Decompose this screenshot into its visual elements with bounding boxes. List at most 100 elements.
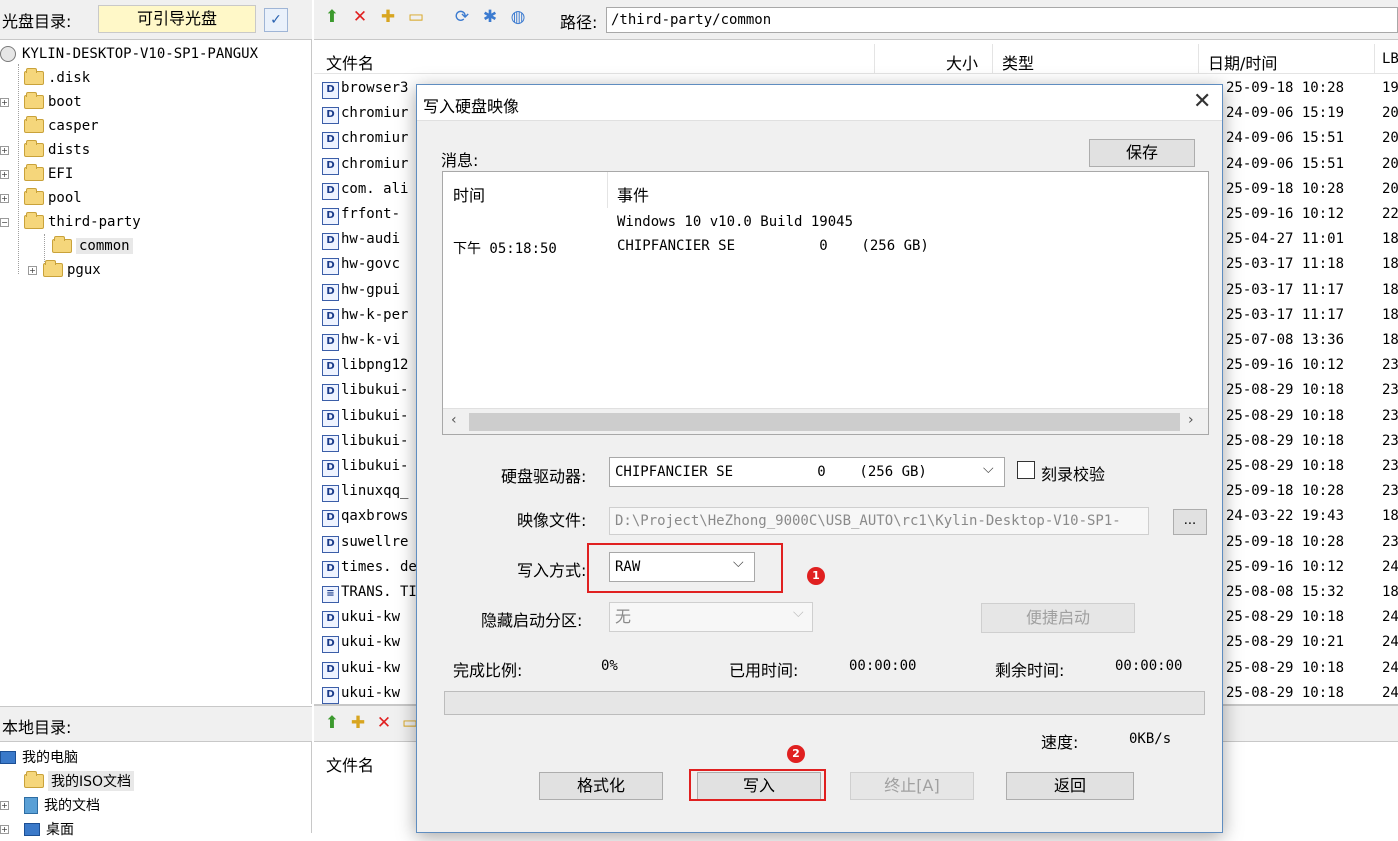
new-folder-icon[interactable]: ✚ bbox=[348, 713, 368, 733]
tree-item-boot[interactable]: + boot bbox=[0, 90, 82, 114]
tree-item-casper[interactable]: casper bbox=[24, 114, 99, 138]
file-icon: D bbox=[322, 611, 339, 629]
expand-icon[interactable]: + bbox=[0, 193, 9, 203]
tree-item-desktop[interactable]: + 桌面 bbox=[0, 817, 74, 841]
file-name: hw-govc bbox=[341, 256, 401, 273]
col-lba[interactable]: LB bbox=[1382, 51, 1398, 67]
horizontal-scrollbar[interactable]: ‹ › bbox=[443, 408, 1208, 434]
tree-item-disk[interactable]: .disk bbox=[24, 66, 90, 90]
file-date: 25-09-18 10:28 bbox=[1226, 80, 1345, 96]
file-icon: D bbox=[322, 384, 339, 402]
expand-icon[interactable]: + bbox=[0, 800, 9, 810]
tree-item-pgux[interactable]: + pgux bbox=[28, 258, 101, 282]
new-folder-icon[interactable]: ✚ bbox=[378, 7, 398, 27]
disc-properties-icon[interactable]: ✓ bbox=[264, 8, 288, 32]
info-icon[interactable]: ◍ bbox=[508, 7, 528, 27]
marker-1: 1 bbox=[807, 567, 825, 585]
file-lba: 18 bbox=[1382, 256, 1398, 273]
save-button[interactable]: 保存 bbox=[1089, 139, 1195, 167]
scroll-left-icon[interactable]: ‹ bbox=[451, 412, 457, 428]
collapse-icon[interactable]: − bbox=[0, 217, 9, 227]
path-field[interactable]: /third-party/common bbox=[606, 7, 1398, 33]
file-lba: 22 bbox=[1382, 206, 1398, 222]
computer-icon bbox=[0, 750, 16, 764]
file-name: chromiur bbox=[341, 105, 409, 122]
tree-item-third-party[interactable]: − third-party bbox=[0, 210, 141, 234]
stop-button[interactable]: 终止[A] bbox=[850, 772, 974, 800]
disc-type-field[interactable]: 可引导光盘 bbox=[98, 5, 256, 33]
quick-boot-button[interactable]: 便捷启动 bbox=[981, 603, 1135, 633]
image-file-label: 映像文件: bbox=[517, 511, 587, 530]
tree-item-my-computer[interactable]: 我的电脑 bbox=[0, 745, 78, 769]
delete-icon[interactable]: ✕ bbox=[350, 7, 370, 27]
log-line: Windows 10 v10.0 Build 19045 bbox=[617, 214, 854, 230]
file-date: 25-09-18 10:28 bbox=[1226, 180, 1345, 197]
file-lba: 18 bbox=[1382, 281, 1398, 298]
expand-icon[interactable]: + bbox=[0, 97, 9, 107]
browse-button[interactable]: ... bbox=[1173, 509, 1207, 535]
drive-select[interactable]: CHIPFANCIER SE 0 (256 GB) bbox=[609, 457, 1005, 487]
log-time: 下午 05:18:50 bbox=[453, 241, 557, 257]
tree-label: EFI bbox=[48, 166, 74, 182]
col-divider[interactable] bbox=[1198, 44, 1199, 74]
scroll-right-icon[interactable]: › bbox=[1188, 412, 1194, 428]
chevron-down-icon[interactable]: ⌵ bbox=[793, 605, 804, 621]
scrollbar-thumb[interactable] bbox=[469, 413, 1180, 431]
back-button[interactable]: 返回 bbox=[1006, 772, 1134, 800]
file-name: hw-audi bbox=[341, 231, 401, 248]
col-divider[interactable] bbox=[992, 44, 993, 74]
tree-label: common bbox=[76, 238, 133, 254]
tree-item-common[interactable]: common bbox=[52, 234, 133, 258]
tree-item-my-docs[interactable]: + 我的文档 bbox=[0, 793, 100, 817]
file-name: TRANS. TI bbox=[341, 584, 417, 600]
expand-icon[interactable]: + bbox=[0, 824, 9, 834]
complete-value: 0% bbox=[601, 658, 618, 674]
up-folder-icon[interactable]: ⬆ bbox=[322, 713, 342, 733]
hide-boot-select[interactable]: 无 bbox=[609, 602, 813, 632]
col-divider[interactable] bbox=[874, 44, 875, 74]
expand-icon[interactable]: + bbox=[0, 145, 9, 155]
settings-icon[interactable]: ✱ bbox=[480, 7, 500, 27]
verify-label: 刻录校验 bbox=[1041, 465, 1106, 484]
dialog-titlebar[interactable]: 写入硬盘映像 ✕ bbox=[417, 85, 1222, 121]
file-icon: D bbox=[322, 661, 339, 679]
up-folder-icon[interactable]: ⬆ bbox=[322, 7, 342, 27]
tree-item-efi[interactable]: + EFI bbox=[0, 162, 73, 186]
verify-checkbox[interactable] bbox=[1017, 461, 1035, 479]
file-lba: 18 bbox=[1382, 306, 1398, 323]
image-file-field[interactable]: D:\Project\HeZhong_9000C\USB_AUTO\rc1\Ky… bbox=[609, 507, 1149, 535]
col-divider[interactable] bbox=[607, 172, 608, 208]
elapsed-value: 00:00:00 bbox=[849, 658, 917, 674]
col-size[interactable]: 大小 bbox=[946, 50, 978, 74]
file-icon: D bbox=[322, 107, 339, 125]
tree-item-dists[interactable]: + dists bbox=[0, 138, 90, 162]
expand-icon[interactable]: + bbox=[28, 265, 37, 275]
log-col-time: 时间 bbox=[453, 186, 486, 205]
folder-icon bbox=[24, 164, 44, 181]
tree-item-pool[interactable]: + pool bbox=[0, 186, 82, 210]
delete-icon[interactable]: ✕ bbox=[374, 713, 394, 733]
col-name[interactable]: 文件名 bbox=[326, 50, 374, 74]
file-icon: D bbox=[322, 283, 339, 301]
file-date: 25-09-16 10:12 bbox=[1226, 357, 1345, 374]
tree-root[interactable]: KYLIN-DESKTOP-V10-SP1-PANGUX bbox=[0, 42, 258, 66]
local-label: 本地目录: bbox=[2, 718, 72, 737]
close-icon[interactable]: ✕ bbox=[1193, 89, 1211, 114]
col-divider[interactable] bbox=[1374, 44, 1375, 74]
refresh-icon[interactable]: ⟳ bbox=[452, 7, 472, 27]
file-lba: 18 bbox=[1382, 508, 1398, 525]
col-type[interactable]: 类型 bbox=[1002, 50, 1034, 74]
progress-bar bbox=[444, 691, 1205, 715]
messages-label: 消息: bbox=[441, 151, 479, 170]
file-name: browser3 bbox=[341, 80, 409, 96]
rename-icon[interactable]: ▭ bbox=[406, 7, 426, 27]
col-date[interactable]: 日期/时间 bbox=[1208, 50, 1277, 74]
local-col-name[interactable]: 文件名 bbox=[326, 752, 374, 776]
tree-label: pool bbox=[48, 190, 82, 206]
file-lba: 20 bbox=[1382, 130, 1398, 147]
tree-item-my-iso[interactable]: 我的ISO文档 bbox=[24, 769, 135, 793]
file-icon: D bbox=[322, 535, 339, 553]
format-button[interactable]: 格式化 bbox=[539, 772, 663, 800]
expand-icon[interactable]: + bbox=[0, 169, 9, 179]
chevron-down-icon[interactable]: ⌵ bbox=[983, 461, 994, 477]
